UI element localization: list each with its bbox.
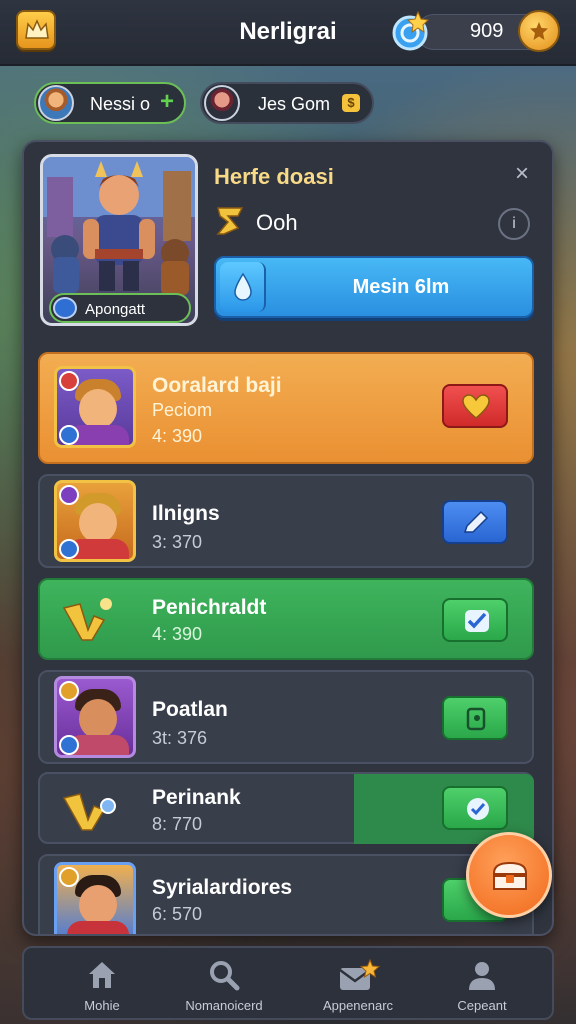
mail-icon — [339, 958, 380, 990]
coin-badge: $ — [342, 94, 360, 112]
row-subtitle: Peciom — [152, 400, 213, 420]
list-item[interactable]: Syrialardiores 6: 570 — [38, 854, 534, 934]
player-chip-2[interactable]: Jes Gom $ — [200, 82, 374, 124]
player-chip-1[interactable]: Nessi o + — [34, 82, 186, 124]
chest-fab[interactable] — [466, 832, 552, 918]
info-button[interactable]: i — [498, 208, 530, 240]
avatar — [38, 85, 74, 121]
add-friend-button[interactable]: + — [160, 88, 174, 116]
row-name: Perinank — [152, 786, 241, 809]
bottom-nav: Mohie Nomanoicerd Appenenarc Cepeant — [22, 946, 554, 1020]
row-score: 4: 390 — [152, 426, 203, 446]
hero-thumbnail — [54, 366, 136, 448]
star-badge-icon — [59, 681, 79, 701]
hero-tag-label: Apongatt — [85, 301, 146, 318]
hero-thumbnail — [54, 480, 136, 562]
primary-action-button[interactable]: Mesin 6lm — [214, 256, 534, 318]
nav-label: Mohie — [84, 998, 120, 1013]
card-button[interactable] — [442, 696, 508, 740]
rank-label: Ooh — [256, 210, 298, 235]
nav-item-mail[interactable]: Appenenarc — [298, 954, 418, 1016]
list-item[interactable]: Perinank 8: 770 — [38, 772, 534, 844]
nav-item-search[interactable]: Nomanoicerd — [164, 954, 284, 1016]
nav-label: Nomanoicerd — [185, 998, 263, 1013]
magic-badge-icon — [59, 485, 79, 505]
list-item[interactable]: Ilnigns 3: 370 — [38, 474, 534, 568]
list-item[interactable]: Penichraldt 4: 390 — [38, 578, 534, 660]
hero-panel: Apongatt Herfe doasi × Ooh i Mesin 6lm O… — [22, 140, 554, 936]
page-title: Nerligrai — [239, 18, 337, 45]
rank-icon — [216, 207, 244, 235]
star-badge-icon — [59, 867, 79, 887]
top-bar: Nerligrai 909 — [0, 0, 576, 66]
row-name: Poatlan — [152, 698, 228, 721]
pencil-icon — [463, 510, 489, 533]
row-name: Syrialardiores — [152, 876, 293, 899]
player-name: Jes Gom — [258, 94, 331, 114]
shield-badge-icon — [59, 735, 79, 755]
chest-icon — [493, 861, 527, 890]
home-icon — [89, 962, 115, 988]
nav-label: Appenenarc — [322, 998, 394, 1013]
heart-button[interactable] — [442, 384, 508, 428]
row-name: Penichraldt — [152, 596, 267, 619]
list-item[interactable]: Ooralard baji Peciom 4: 390 — [38, 352, 534, 464]
shield-badge-icon — [59, 539, 79, 559]
hero-portrait[interactable]: Apongatt — [40, 154, 198, 326]
edit-button[interactable] — [442, 500, 508, 544]
profile-icon — [469, 962, 495, 990]
coin-icon[interactable] — [518, 10, 560, 52]
gem-icon[interactable] — [388, 8, 434, 54]
player-name: Nessi o — [90, 94, 151, 114]
nav-item-home[interactable]: Mohie — [42, 954, 162, 1016]
currency-value: 909 — [470, 20, 504, 42]
hero-title: Herfe doasi — [214, 164, 334, 189]
nav-label: Cepeant — [457, 998, 507, 1013]
nav-item-profile[interactable]: Cepeant — [422, 954, 542, 1016]
row-score: 3: 370 — [152, 532, 203, 552]
hero-thumbnail — [54, 862, 136, 934]
check-button[interactable] — [442, 786, 508, 830]
fire-badge-icon — [59, 371, 79, 391]
row-name: Ooralard baji — [152, 374, 282, 397]
list-item[interactable]: Poatlan 3t: 376 — [38, 670, 534, 764]
card-icon — [466, 707, 486, 731]
heart-icon — [462, 394, 490, 419]
rank-emblem-icon — [62, 598, 112, 641]
row-score: 6: 570 — [152, 904, 203, 924]
close-icon[interactable]: × — [510, 162, 534, 186]
row-score: 4: 390 — [152, 624, 203, 644]
crown-icon — [25, 19, 49, 39]
potion-icon — [220, 262, 266, 312]
row-name: Ilnigns — [152, 502, 220, 525]
search-icon — [210, 961, 240, 991]
rank-emblem-icon — [62, 793, 116, 831]
check-icon — [465, 610, 489, 632]
check-button[interactable] — [442, 598, 508, 642]
row-score: 8: 770 — [152, 814, 203, 834]
avatar — [204, 85, 240, 121]
hero-thumbnail — [54, 676, 136, 758]
row-score: 3t: 376 — [152, 728, 208, 748]
crown-button[interactable] — [16, 10, 56, 50]
check-icon — [467, 798, 489, 820]
shield-icon — [53, 297, 77, 319]
shield-badge-icon — [59, 425, 79, 445]
hero-tag: Apongatt — [49, 293, 191, 323]
primary-action-label: Mesin 6lm — [352, 276, 450, 298]
